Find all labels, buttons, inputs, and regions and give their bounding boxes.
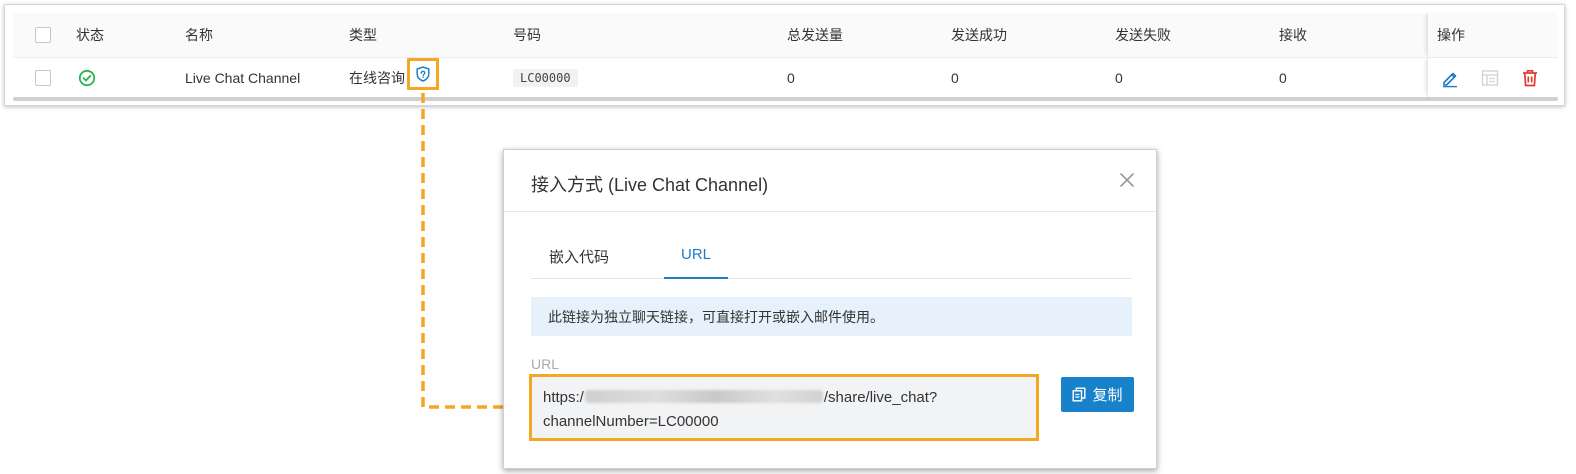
copy-icon [1072,387,1086,402]
close-icon[interactable] [1118,171,1136,189]
horizontal-scrollbar[interactable] [13,97,1558,101]
url-suffix: /share/live_chat? [823,389,938,406]
table-row: Live Chat Channel 在线咨询 LC00000 0 0 0 0 [13,57,1558,97]
header-actions-col: 操作 [1427,13,1559,57]
check-circle-icon [78,69,96,86]
header-sent-failed: 发送失败 [1115,27,1171,43]
header-number: 号码 [513,27,541,43]
channel-table: 状态 名称 类型 号码 总发送量 发送成功 发送失败 接收 操作 Live Ch… [4,4,1565,106]
tab-embed-code[interactable]: 嵌入代码 [549,240,609,279]
header-received: 接收 [1279,27,1307,43]
copy-button-label: 复制 [1092,387,1123,404]
row-checkbox[interactable] [35,69,51,86]
row-checkbox-cell[interactable] [35,58,51,97]
row-type: 在线咨询 [349,58,405,97]
url-field[interactable]: https:/ /share/live_chat? channelNumber=L… [529,374,1039,441]
redacted-domain [584,390,823,403]
access-method-dialog: 接入方式 (Live Chat Channel) 嵌入代码 URL 此链接为独立… [503,149,1157,469]
row-number: LC00000 [513,58,578,97]
row-received: 0 [1279,69,1287,86]
header-status: 状态 [76,27,104,43]
edit-pencil-icon[interactable] [1440,68,1460,88]
row-status [78,58,96,97]
row-actions [1427,58,1559,97]
select-all-checkbox-cell[interactable] [35,13,51,57]
type-icon-highlight[interactable] [407,58,439,90]
header-type: 类型 [349,27,377,43]
url-prefix: https:/ [543,389,584,406]
row-total-sent: 0 [787,69,795,86]
number-tag: LC00000 [513,68,578,87]
select-all-checkbox[interactable] [35,27,51,43]
table-header: 状态 名称 类型 号码 总发送量 发送成功 发送失败 接收 操作 [13,13,1558,57]
dialog-tabs: 嵌入代码 URL [531,240,1132,279]
row-type-label: 在线咨询 [349,69,405,86]
trash-icon[interactable] [1520,68,1540,88]
tab-url[interactable]: URL [664,240,728,279]
header-total-sent: 总发送量 [787,27,843,43]
dialog-title: 接入方式 (Live Chat Channel) [531,175,769,195]
copy-button[interactable]: 复制 [1061,377,1134,412]
url-field-label: URL [531,356,560,372]
dialog-header: 接入方式 (Live Chat Channel) [504,150,1156,212]
url-notice: 此链接为独立聊天链接，可直接打开或嵌入邮件使用。 [531,297,1132,336]
row-sent-failed: 0 [1115,69,1123,86]
header-sent-success: 发送成功 [951,27,1007,43]
header-name: 名称 [185,27,213,43]
shield-icon[interactable] [416,66,430,82]
row-name: Live Chat Channel [185,69,301,86]
row-sent-success: 0 [951,69,959,86]
table-details-icon[interactable] [1480,68,1500,88]
header-actions: 操作 [1437,27,1465,43]
row-action-icons [1440,58,1540,97]
url-query: channelNumber=LC00000 [543,413,719,430]
